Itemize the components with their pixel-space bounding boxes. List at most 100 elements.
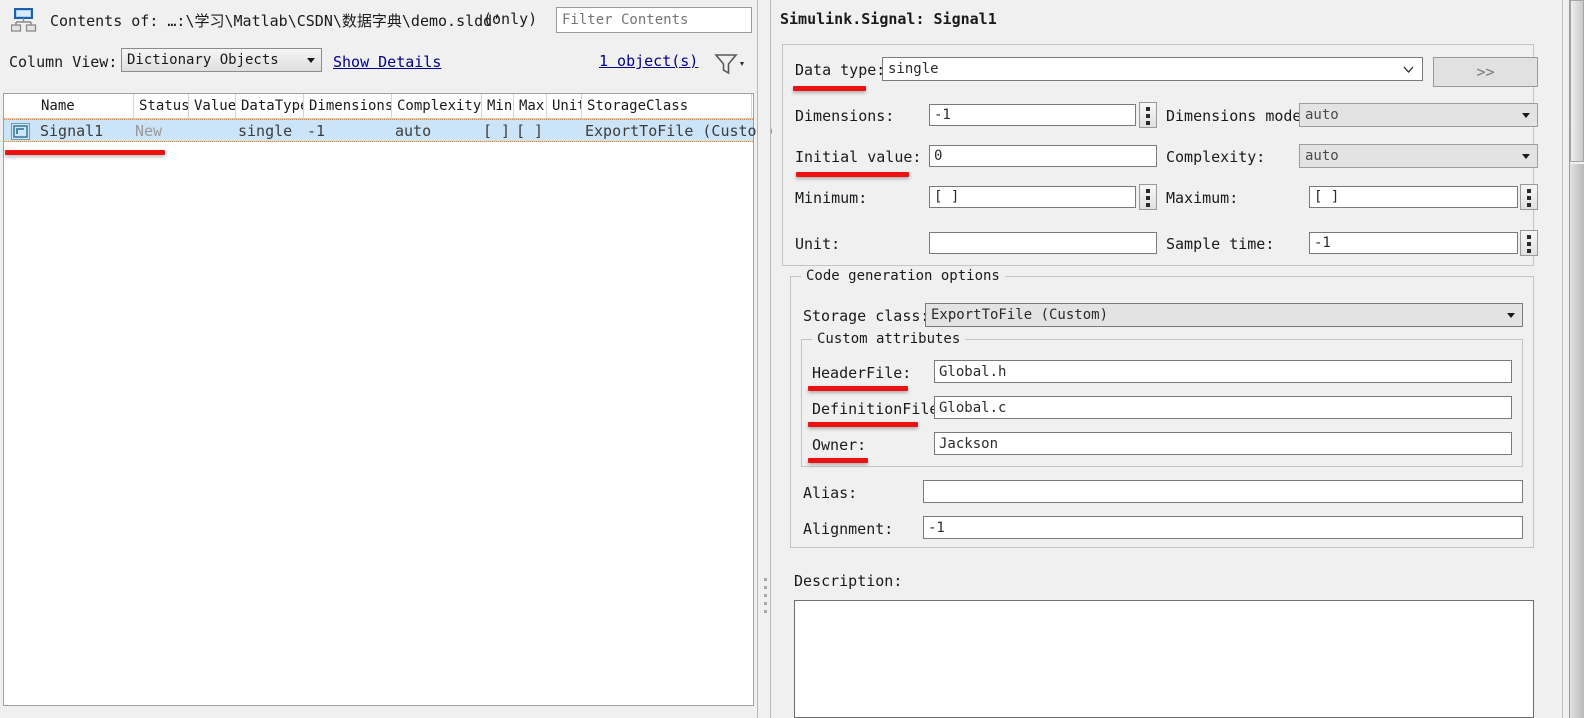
initial-value-input[interactable] bbox=[929, 145, 1157, 167]
code-generation-options-group: Code generation options Storage class: E… bbox=[790, 268, 1534, 548]
table-row[interactable]: Signal1 New single -1 auto [ ] [ ] ExportToFile… bbox=[4, 119, 775, 142]
simulink-data-dictionary-window: Contents of: …:\学习\Matlab\CSDN\数据字典\demo… bbox=[0, 0, 1584, 718]
contents-panel: Contents of: …:\学习\Matlab\CSDN\数据字典\demo… bbox=[0, 0, 775, 718]
description-label: Description: bbox=[794, 572, 903, 590]
alignment-label: Alignment: bbox=[803, 520, 894, 538]
filter-funnel-icon bbox=[714, 54, 744, 75]
dictionary-hierarchy-icon bbox=[11, 8, 37, 32]
table-column-header[interactable]: Unit bbox=[547, 94, 582, 119]
annotation-underline-owner bbox=[808, 458, 868, 463]
complexity-dropdown[interactable]: auto bbox=[1299, 144, 1538, 168]
unit-input[interactable] bbox=[929, 232, 1157, 254]
maximum-options-button[interactable] bbox=[1520, 184, 1538, 210]
description-textarea[interactable] bbox=[794, 600, 1534, 718]
sample-time-options-button[interactable] bbox=[1520, 230, 1538, 256]
table-column-header[interactable]: DataType bbox=[236, 94, 304, 119]
minimum-label: Minimum: bbox=[795, 189, 868, 207]
table-column-header[interactable]: Value bbox=[189, 94, 236, 119]
simulink-signal-icon bbox=[11, 123, 30, 140]
filter-funnel-button[interactable] bbox=[713, 52, 751, 76]
table-cell: Signal1 bbox=[40, 122, 104, 140]
column-view-toolbar: Column View: Dictionary Objects Show Det… bbox=[0, 40, 757, 88]
dimensions-mode-value: auto bbox=[1305, 107, 1339, 123]
complexity-label: Complexity: bbox=[1166, 148, 1266, 166]
signal-properties-group: Data type: single >> Dimensions: Dimensi… bbox=[782, 44, 1538, 266]
property-inspector-panel: Simulink.Signal: Signal1 Data type: sing… bbox=[772, 0, 1572, 718]
annotation-underline-initial-value bbox=[796, 172, 909, 177]
table-column-header[interactable]: Status bbox=[134, 94, 189, 119]
table-cell: [ ] bbox=[483, 122, 511, 140]
maximum-input[interactable] bbox=[1309, 186, 1518, 208]
contents-only-label: (only) bbox=[483, 10, 538, 28]
filter-contents-input[interactable] bbox=[556, 7, 752, 33]
minimum-input[interactable] bbox=[929, 186, 1136, 208]
table-cell: [ ] bbox=[516, 122, 544, 140]
annotation-underline-data-type bbox=[793, 86, 866, 91]
definition-file-label: DefinitionFile: bbox=[812, 400, 948, 418]
alignment-input[interactable] bbox=[923, 516, 1523, 539]
column-view-dropdown[interactable]: Dictionary Objects bbox=[121, 48, 322, 72]
chevron-down-icon bbox=[1522, 113, 1530, 118]
table-cell: New bbox=[135, 122, 163, 140]
panel-splitter[interactable] bbox=[757, 0, 771, 718]
annotation-underline-definition-file bbox=[808, 422, 918, 427]
maximum-label: Maximum: bbox=[1166, 189, 1239, 207]
alias-label: Alias: bbox=[803, 484, 858, 502]
data-type-label: Data type: bbox=[795, 61, 886, 79]
custom-attributes-group: Custom attributes HeaderFile: Definition… bbox=[801, 331, 1523, 467]
code-generation-options-legend: Code generation options bbox=[801, 268, 1005, 284]
chevron-down-icon bbox=[1507, 313, 1515, 318]
initial-value-label: Initial value: bbox=[795, 148, 922, 166]
show-details-link[interactable]: Show Details bbox=[333, 53, 441, 71]
table-header-row: Name Status Value DataType Dimensions Complex… bbox=[4, 94, 753, 119]
table-column-header[interactable]: Name bbox=[36, 94, 134, 119]
dictionary-objects-table: Name Status Value DataType Dimensions Complex… bbox=[3, 93, 775, 706]
table-cell: auto bbox=[395, 122, 432, 140]
table-column-header[interactable]: Min bbox=[482, 94, 514, 119]
sample-time-label: Sample time: bbox=[1166, 235, 1275, 253]
header-file-label: HeaderFile: bbox=[812, 364, 912, 382]
complexity-value: auto bbox=[1305, 148, 1339, 164]
column-view-value: Dictionary Objects bbox=[127, 52, 279, 68]
object-count-link[interactable]: 1 object(s) bbox=[599, 52, 698, 70]
dimensions-mode-label: Dimensions mode: bbox=[1166, 107, 1311, 125]
chevron-down-icon bbox=[1522, 154, 1530, 159]
splitter-grip bbox=[764, 578, 767, 618]
sample-time-input[interactable] bbox=[1309, 232, 1518, 254]
dimensions-input[interactable] bbox=[929, 104, 1136, 126]
dimensions-options-button[interactable] bbox=[1139, 102, 1157, 128]
contents-toolbar: Contents of: …:\学习\Matlab\CSDN\数据字典\demo… bbox=[0, 0, 757, 40]
owner-input[interactable] bbox=[934, 432, 1512, 455]
table-cell: single bbox=[238, 122, 293, 140]
storage-class-value: ExportToFile (Custom) bbox=[931, 307, 1109, 323]
table-cell: -1 bbox=[307, 122, 326, 140]
dimensions-mode-dropdown[interactable]: auto bbox=[1299, 103, 1538, 127]
data-type-dropdown[interactable]: single bbox=[882, 57, 1423, 81]
table-column-header[interactable]: Max bbox=[514, 94, 547, 119]
vertical-scrollbar[interactable] bbox=[1569, 0, 1584, 718]
chevron-down-icon bbox=[1403, 66, 1414, 73]
table-cell: ExportToFile (Custom) bbox=[585, 122, 775, 140]
table-column-header[interactable]: StorageClass bbox=[582, 94, 752, 119]
column-view-label: Column View: bbox=[9, 53, 118, 71]
minimum-options-button[interactable] bbox=[1139, 184, 1157, 210]
data-type-assistant-button[interactable]: >> bbox=[1433, 57, 1538, 87]
chevron-down-icon bbox=[307, 58, 315, 63]
panel-right-edge bbox=[1562, 0, 1563, 718]
data-type-value: single bbox=[888, 61, 939, 77]
definition-file-input[interactable] bbox=[934, 396, 1512, 419]
page-title: Simulink.Signal: Signal1 bbox=[780, 10, 997, 28]
table-column-header[interactable]: Complexity bbox=[392, 94, 482, 119]
storage-class-label: Storage class: bbox=[803, 307, 930, 325]
storage-class-dropdown[interactable]: ExportToFile (Custom) bbox=[925, 303, 1523, 327]
custom-attributes-legend: Custom attributes bbox=[812, 331, 966, 347]
scrollbar-track[interactable] bbox=[1570, 164, 1584, 718]
unit-label: Unit: bbox=[795, 235, 841, 253]
scrollbar-thumb[interactable] bbox=[1570, 0, 1584, 162]
annotation-underline-row bbox=[5, 150, 165, 155]
contents-path-label: Contents of: …:\学习\Matlab\CSDN\数据字典\demo… bbox=[50, 12, 502, 30]
header-file-input[interactable] bbox=[934, 360, 1512, 383]
annotation-underline-header-file bbox=[808, 386, 908, 391]
alias-input[interactable] bbox=[923, 480, 1523, 503]
table-column-header[interactable]: Dimensions bbox=[304, 94, 392, 119]
